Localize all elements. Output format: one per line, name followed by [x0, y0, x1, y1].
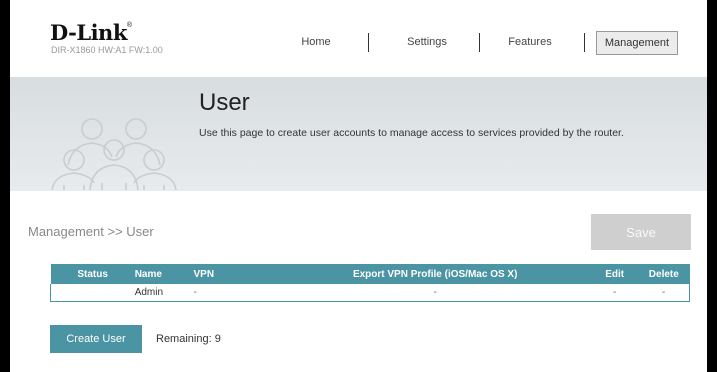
col-vpn: VPN [193, 264, 280, 284]
nav-divider [368, 33, 369, 52]
create-user-button[interactable]: Create User [50, 325, 142, 353]
col-edit: Edit [591, 264, 639, 284]
page-description: Use this page to create user accounts to… [199, 127, 624, 139]
cell-delete: - [638, 284, 691, 302]
cell-name: Admin [134, 284, 194, 302]
cell-vpn: - [193, 284, 280, 302]
save-button[interactable]: Save [591, 214, 691, 250]
users-table: Status Name VPN Export VPN Profile (iOS/… [49, 264, 691, 302]
col-delete: Delete [638, 264, 690, 284]
hero-banner: User Use this page to create user accoun… [10, 77, 707, 191]
cell-edit: - [591, 284, 639, 302]
nav-settings[interactable]: Settings [401, 31, 453, 53]
table-header-row: Status Name VPN Export VPN Profile (iOS/… [50, 264, 690, 284]
col-status: Status [50, 264, 135, 284]
nav-features[interactable]: Features [501, 31, 559, 53]
nav-home[interactable]: Home [295, 31, 337, 53]
col-export-vpn: Export VPN Profile (iOS/Mac OS X) [279, 264, 592, 284]
cell-status [49, 284, 135, 302]
nav-management[interactable]: Management [596, 31, 678, 55]
remaining-count: Remaining: 9 [156, 333, 221, 345]
nav-divider [584, 33, 585, 52]
page-title: User [199, 89, 250, 116]
breadcrumb: Management >> User [28, 224, 154, 239]
top-nav: Home Settings Features Management [10, 31, 707, 55]
page: D-Link® DIR-X1860 HW:A1 FW:1.00 Home Set… [10, 0, 707, 372]
table-row: Admin - - - - [49, 284, 691, 302]
nav-divider [479, 33, 480, 52]
header: D-Link® DIR-X1860 HW:A1 FW:1.00 Home Set… [10, 0, 707, 77]
users-icon [51, 118, 177, 190]
cell-export-vpn: - [279, 284, 592, 302]
col-name: Name [134, 264, 194, 284]
